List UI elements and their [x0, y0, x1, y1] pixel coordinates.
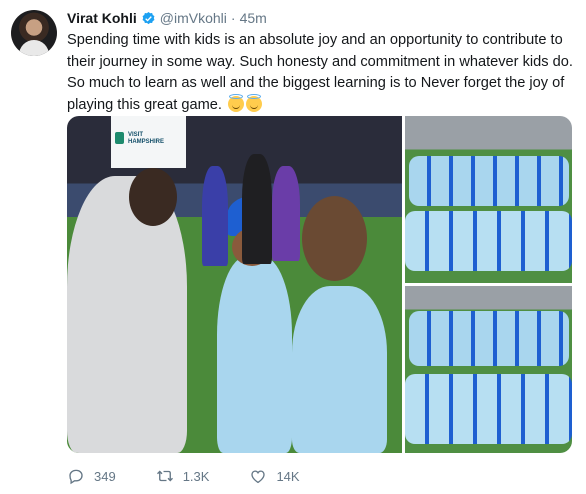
- kid2-head: [302, 196, 367, 281]
- retweet-button[interactable]: 1.3K: [156, 467, 210, 485]
- kids-row: [409, 156, 569, 206]
- author-name[interactable]: Virat Kohli: [67, 10, 137, 26]
- reply-button[interactable]: 349: [67, 467, 116, 485]
- tweet-media-grid: VISIT HAMPSHIRE: [67, 116, 572, 453]
- reply-count: 349: [94, 468, 116, 484]
- banner-logo-icon: [115, 132, 124, 144]
- like-icon: [251, 470, 266, 484]
- like-button[interactable]: 14K: [249, 467, 300, 485]
- smiling-face-with-halo-emoji: [228, 93, 245, 112]
- bg-person: [272, 166, 300, 261]
- tweet-header: Virat Kohli @imVkohli · 45m: [67, 9, 267, 27]
- tweet[interactable]: Virat Kohli @imVkohli · 45m Spending tim…: [0, 0, 586, 494]
- photo-group-bottom[interactable]: [405, 286, 572, 453]
- tweet-body: Spending time with kids is an absolute j…: [67, 32, 573, 113]
- reply-icon: [69, 469, 83, 485]
- separator-dot: ·: [230, 10, 236, 26]
- bg-person: [242, 154, 272, 264]
- banner-text: VISIT HAMPSHIRE: [128, 132, 165, 145]
- adult-head: [129, 168, 177, 226]
- kid2-figure: [292, 286, 387, 453]
- verified-badge-icon: [142, 11, 155, 24]
- kids-row: [405, 374, 572, 444]
- tweet-timestamp[interactable]: 45m: [240, 10, 267, 26]
- avatar-shirt: [19, 40, 49, 56]
- photo-main[interactable]: VISIT HAMPSHIRE: [67, 116, 402, 453]
- like-count: 14K: [276, 468, 300, 484]
- author-avatar[interactable]: [11, 10, 57, 56]
- banner-sign: VISIT HAMPSHIRE: [111, 116, 186, 168]
- kids-row: [405, 211, 572, 271]
- retweet-count: 1.3K: [182, 468, 210, 484]
- tweet-text: Spending time with kids is an absolute j…: [67, 30, 582, 116]
- tweet-actions: 349 1.3K 14K: [67, 465, 332, 487]
- smiling-face-with-halo-emoji: [246, 93, 263, 112]
- photo-group-top[interactable]: [405, 116, 572, 283]
- kids-row: [409, 311, 569, 366]
- kid-figure: [217, 256, 292, 453]
- retweet-icon: [156, 470, 173, 482]
- author-handle[interactable]: @imVkohli: [160, 10, 227, 26]
- bg-person: [202, 166, 228, 266]
